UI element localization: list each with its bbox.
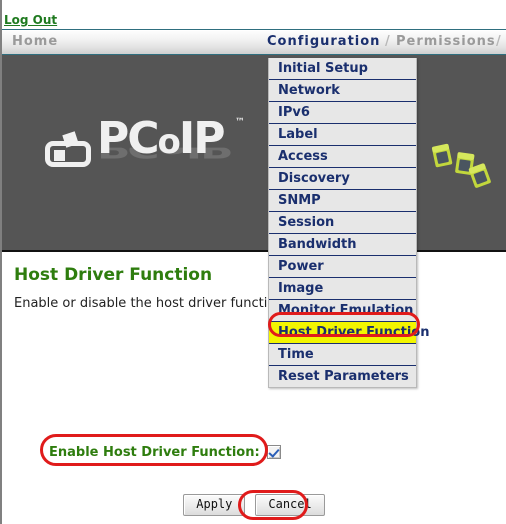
form-button-row: Apply Cancel [2, 494, 506, 516]
menu-item-initial-setup[interactable]: Initial Setup [269, 58, 416, 80]
menu-item-host-driver-function[interactable]: Host Driver Function [269, 322, 429, 344]
menu-item-time[interactable]: Time [269, 344, 416, 366]
nav-item-configuration[interactable]: Configuration [267, 34, 380, 49]
pcoip-logo: PCoIP ™ PCoIP [42, 113, 252, 173]
pcoip-camera-mark-icon [45, 131, 93, 167]
nav-separator-2: / [496, 34, 502, 49]
menu-item-session[interactable]: Session [269, 212, 416, 234]
nav-separator: / [385, 34, 391, 49]
trademark-symbol: ™ [235, 117, 245, 128]
logout-link[interactable]: Log Out [4, 13, 57, 27]
logo-reflection: PCoIP [97, 147, 231, 163]
main-navigation-bar: Home Configuration / Permissions / [2, 31, 506, 55]
header-divider [0, 29, 506, 30]
menu-item-discovery[interactable]: Discovery [269, 168, 416, 190]
app-window: Log Out Home Configuration / Permissions… [0, 0, 506, 524]
logout-bar: Log Out [0, 13, 506, 31]
menu-item-ipv6[interactable]: IPv6 [269, 102, 416, 124]
menu-item-monitor-emulation[interactable]: Monitor Emulation [269, 300, 416, 322]
enable-host-driver-label: Enable Host Driver Function: [49, 444, 260, 460]
page-description: Enable or disable the host driver functi… [14, 296, 284, 311]
cube-icon-1 [431, 143, 453, 168]
cube-face [435, 150, 450, 165]
apply-button[interactable]: Apply [183, 494, 246, 516]
cube-icon-3 [468, 162, 492, 189]
menu-item-reset-parameters[interactable]: Reset Parameters [269, 366, 416, 387]
nav-item-permissions[interactable]: Permissions [396, 34, 496, 49]
menu-item-image[interactable]: Image [269, 278, 416, 300]
window-left-border [0, 0, 2, 524]
enable-host-driver-row: Enable Host Driver Function: [49, 441, 281, 463]
page-title: Host Driver Function [14, 265, 213, 285]
configuration-dropdown-menu: Initial Setup Network IPv6 Label Access … [268, 58, 429, 388]
menu-item-network[interactable]: Network [269, 80, 416, 102]
menu-item-access[interactable]: Access [269, 146, 416, 168]
nav-item-home[interactable]: Home [12, 34, 58, 49]
logo-mark-lens [54, 150, 65, 161]
cancel-button[interactable]: Cancel [255, 494, 325, 516]
menu-item-power[interactable]: Power [269, 256, 416, 278]
main-content: Host Driver Function Enable or disable t… [2, 254, 506, 524]
decorative-cubes [428, 143, 500, 191]
brand-banner: PCoIP ™ PCoIP [2, 55, 506, 252]
menu-item-snmp[interactable]: SNMP [269, 190, 416, 212]
menu-item-bandwidth[interactable]: Bandwidth [269, 234, 416, 256]
enable-host-driver-checkbox[interactable] [266, 445, 281, 459]
cube-face [473, 170, 488, 185]
menu-item-label[interactable]: Label [269, 124, 416, 146]
